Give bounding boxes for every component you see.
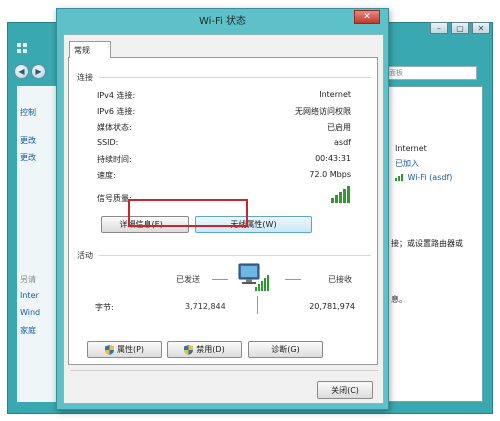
ipv4-value: Internet [319, 90, 351, 99]
tab-general[interactable]: 常规 [69, 41, 111, 58]
admin-shield-icon [104, 344, 114, 355]
bytes-sent-value: 3,712,844 [185, 302, 226, 311]
sidebar-link-sharing[interactable]: 更改 [20, 152, 36, 163]
network-computer-icon [238, 263, 269, 291]
footer-divider [70, 370, 379, 371]
sidebar-link-homegroup[interactable]: 家庭 [20, 325, 36, 336]
sent-line [212, 279, 228, 280]
homegroup-link[interactable]: 已加入 [395, 158, 419, 169]
setup-router-text: 接；或设置路由器或 [391, 239, 463, 248]
dialog-title: Wi-Fi 状态 [198, 16, 247, 27]
control-panel-icon [17, 43, 27, 53]
signal-strength-icon [331, 186, 350, 203]
duration-label: 持续时间: [97, 155, 132, 164]
received-label: 已接收 [328, 275, 352, 284]
ipv4-label: IPv4 连接: [97, 91, 136, 100]
sent-label: 已发送 [176, 275, 200, 284]
connection-link[interactable]: Wi-Fi (asdf) [395, 172, 452, 182]
minimize-icon[interactable]: – [430, 22, 448, 34]
background-sidebar [17, 86, 59, 402]
background-caption-buttons: – ▢ ✕ [430, 22, 490, 34]
ipv6-label: IPv6 连接: [97, 107, 136, 116]
diagnose-button[interactable]: 诊断(G) [248, 341, 323, 358]
media-state-label: 媒体状态: [97, 123, 132, 132]
sidebar-link-windows[interactable]: Wind [20, 308, 40, 317]
sidebar-link-home[interactable]: 控制 [20, 107, 36, 118]
ipv6-value: 无网络访问权限 [295, 107, 351, 116]
connection-section-label: 连接 [77, 73, 93, 82]
admin-shield-icon [184, 344, 194, 355]
ssid-label: SSID: [97, 138, 119, 147]
maximize-icon[interactable]: ▢ [451, 22, 469, 34]
disable-button[interactable]: 禁用(D) [167, 341, 242, 358]
bytes-label: 字节: [95, 303, 114, 312]
connection-divider [99, 77, 371, 78]
close-button[interactable]: ✕ [354, 10, 380, 24]
sidebar-link-internet[interactable]: Inter [20, 291, 39, 300]
access-type-value: Internet [395, 144, 427, 153]
search-input[interactable]: 面板 [385, 66, 477, 80]
properties-button[interactable]: 属性(P) [87, 341, 162, 358]
navigation-buttons: ◀ ▶ [14, 64, 46, 79]
speed-value: 72.0 Mbps [309, 170, 351, 179]
speed-label: 速度: [97, 171, 116, 180]
signal-icon [395, 174, 403, 181]
sidebar-see-also: 另请 [20, 275, 36, 284]
activity-divider [99, 255, 371, 256]
activity-section-label: 活动 [77, 251, 93, 260]
connection-label: Wi-Fi (asdf) [407, 173, 453, 182]
duration-value: 00:43:31 [315, 154, 351, 163]
info-text: 息。 [391, 295, 407, 304]
back-icon[interactable]: ◀ [14, 64, 29, 79]
highlight-annotation [128, 199, 248, 227]
activity-separator [257, 296, 258, 314]
media-state-value: 已启用 [327, 123, 351, 132]
forward-icon[interactable]: ▶ [31, 64, 46, 79]
bytes-received-value: 20,781,974 [309, 302, 355, 311]
ssid-value: asdf [334, 138, 351, 147]
close-dialog-button[interactable]: 关闭(C) [317, 381, 373, 399]
sidebar-link-adapter[interactable]: 更改 [20, 135, 36, 146]
disable-button-label: 禁用(D) [196, 345, 225, 354]
received-line [285, 279, 301, 280]
properties-button-label: 属性(P) [116, 345, 145, 354]
close-icon[interactable]: ✕ [472, 22, 490, 34]
signal-quality-label: 信号质量: [97, 194, 132, 203]
